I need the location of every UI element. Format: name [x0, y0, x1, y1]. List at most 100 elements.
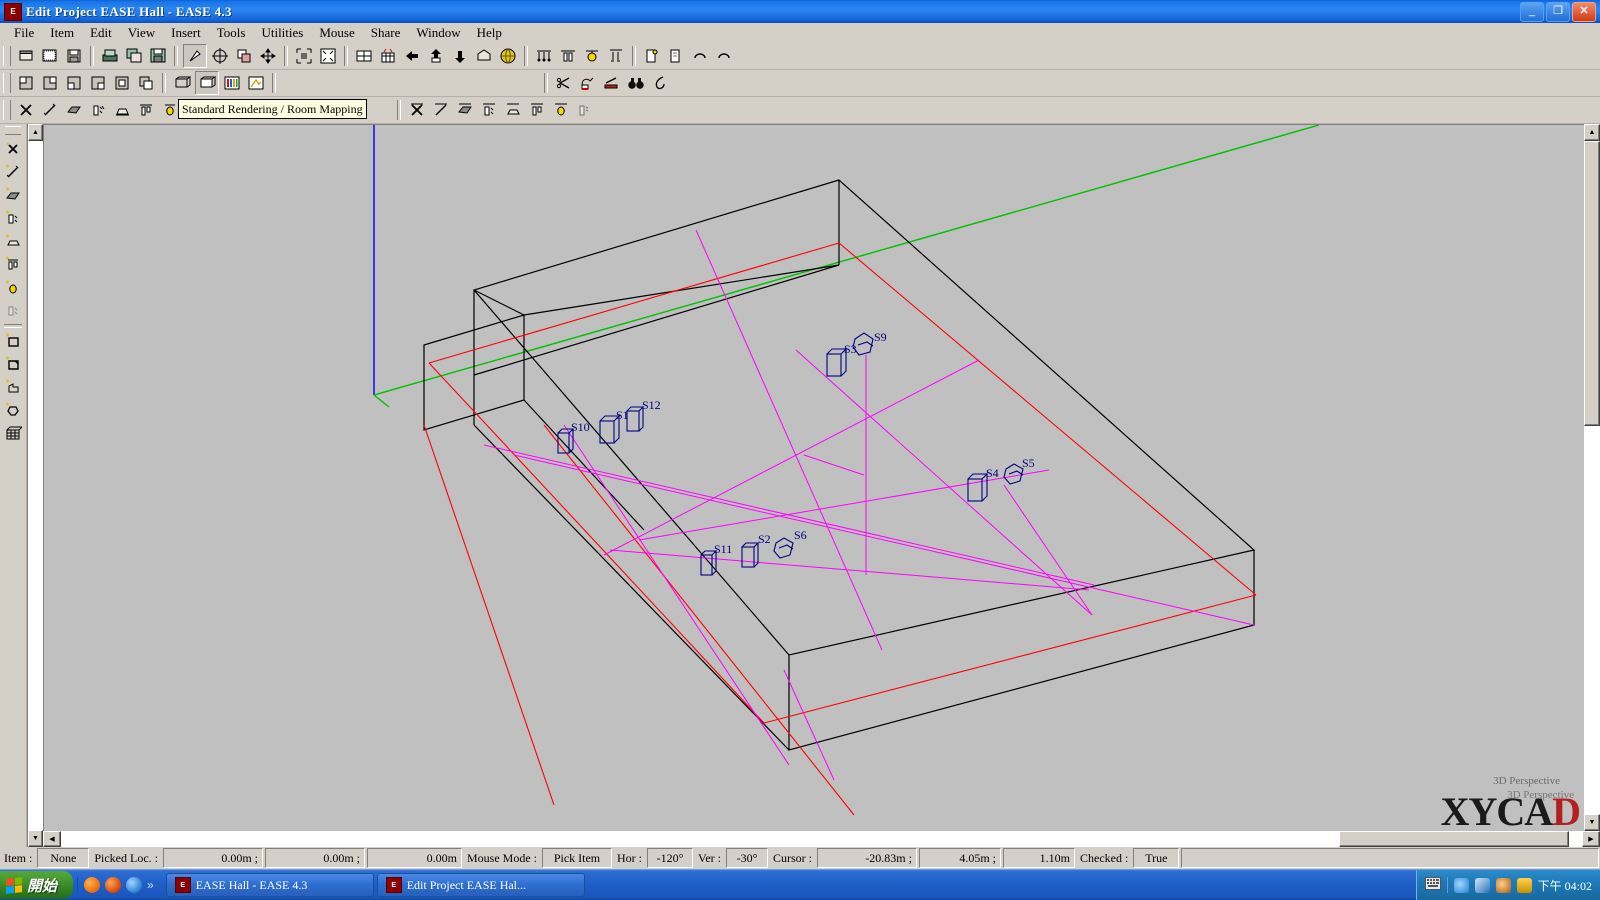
perspective-view-icon[interactable] — [195, 71, 219, 95]
media-player-icon[interactable] — [105, 877, 122, 893]
canvas-horizontal-scrollbar[interactable]: ◀ ▶ — [43, 831, 1600, 847]
menu-item-edit[interactable]: Edit — [82, 24, 120, 42]
move-object-icon[interactable] — [233, 45, 255, 67]
view-single-icon[interactable] — [111, 72, 133, 94]
redo-icon[interactable] — [713, 45, 735, 67]
audience-icon[interactable] — [111, 99, 133, 121]
view-bottom-right-icon[interactable] — [87, 72, 109, 94]
hscroll-track[interactable] — [61, 831, 1582, 847]
measure-icon[interactable] — [577, 72, 599, 94]
scroll-down-arrow-icon[interactable]: ▼ — [1584, 814, 1600, 831]
3d-viewport[interactable]: S1 S2 S3 S4 S5 S6 S9 S10 S11 S12 3D Pers… — [43, 124, 1584, 831]
firefox-icon[interactable] — [84, 877, 101, 893]
scroll-track[interactable] — [1584, 141, 1600, 814]
close-button[interactable]: ✕ — [1572, 1, 1596, 22]
keyboard-layout-icon[interactable] — [1424, 876, 1441, 894]
menu-item-help[interactable]: Help — [469, 24, 510, 42]
light-source-icon[interactable] — [581, 45, 603, 67]
ruler-icon[interactable] — [601, 72, 623, 94]
menu-item-insert[interactable]: Insert — [163, 24, 209, 42]
menu-item-window[interactable]: Window — [408, 24, 468, 42]
cut-icon[interactable] — [553, 72, 575, 94]
task-button[interactable]: E EASE Hall - EASE 4.3 — [165, 873, 374, 897]
antivirus-icon[interactable] — [1495, 877, 1511, 893]
print-preview-icon[interactable] — [99, 45, 121, 67]
draw-grid-tool[interactable] — [2, 422, 24, 444]
tray-clock[interactable]: 下午 04:02 — [1538, 877, 1592, 894]
arrow-down-icon[interactable] — [449, 45, 471, 67]
menu-item-item[interactable]: Item — [42, 24, 82, 42]
task-button[interactable]: E Edit Project EASE Hal... — [376, 873, 585, 897]
canvas-vertical-scrollbar[interactable]: ▲ ▼ — [1584, 124, 1600, 831]
audience-icon[interactable] — [502, 99, 524, 121]
palette-grip[interactable] — [5, 126, 21, 135]
volume-icon[interactable] — [1453, 877, 1469, 893]
undo-icon[interactable] — [689, 45, 711, 67]
view-cascade-icon[interactable] — [135, 72, 157, 94]
toolbar-grip[interactable] — [3, 46, 11, 66]
color-rendering-icon[interactable] — [221, 72, 243, 94]
menu-item-file[interactable]: File — [6, 24, 42, 42]
vertex-icon[interactable] — [39, 99, 61, 121]
page-copy-icon[interactable] — [665, 45, 687, 67]
save-project-icon[interactable] — [63, 45, 85, 67]
stand-icon[interactable] — [526, 99, 548, 121]
page-new-icon[interactable] — [641, 45, 663, 67]
arrow-left-icon[interactable] — [401, 45, 423, 67]
face-shape-icon[interactable] — [454, 99, 476, 121]
add-light-tool[interactable] — [2, 276, 24, 298]
hscroll-thumb[interactable] — [1338, 831, 1569, 847]
scroll-left-arrow-icon[interactable]: ◀ — [43, 831, 61, 847]
menu-item-view[interactable]: View — [120, 24, 163, 42]
face-shape-icon[interactable] — [63, 99, 85, 121]
loudspeaker-icon[interactable] — [87, 99, 109, 121]
mapping-view-icon[interactable] — [245, 72, 267, 94]
draw-square-tool[interactable] — [2, 353, 24, 375]
view-bottom-left-icon[interactable] — [63, 72, 85, 94]
view-top-left-icon[interactable] — [15, 72, 37, 94]
internet-explorer-icon[interactable] — [126, 877, 143, 893]
globe-icon[interactable] — [497, 45, 519, 67]
menu-item-share[interactable]: Share — [363, 24, 409, 42]
loudspeaker-array-icon[interactable] — [533, 45, 555, 67]
scroll-down-arrow-icon[interactable]: ▼ — [28, 830, 43, 847]
quick-launch-more-icon[interactable]: » — [147, 878, 154, 892]
draw-shape-tool[interactable] — [2, 399, 24, 421]
canvas-vertical-scrollbar-left[interactable]: ▲ ▼ — [27, 124, 43, 847]
lamp-icon[interactable] — [550, 99, 572, 121]
toolbar-grip[interactable] — [3, 100, 11, 120]
menu-item-mouse[interactable]: Mouse — [311, 24, 362, 42]
maximize-button[interactable]: ❐ — [1546, 1, 1570, 22]
scroll-thumb[interactable] — [1584, 141, 1600, 426]
delete-vertex-tool[interactable] — [2, 138, 24, 160]
add-audience-tool[interactable] — [2, 230, 24, 252]
audience-area-icon[interactable] — [605, 45, 627, 67]
menu-item-utilities[interactable]: Utilities — [253, 24, 311, 42]
view-top-right-icon[interactable] — [39, 72, 61, 94]
start-button[interactable]: 開始 — [0, 871, 74, 899]
zoom-window-icon[interactable] — [293, 45, 315, 67]
add-stand-tool[interactable] — [2, 253, 24, 275]
probe-icon[interactable] — [649, 72, 671, 94]
copy-view-icon[interactable] — [123, 45, 145, 67]
line-array-icon[interactable] — [557, 45, 579, 67]
rotate-view-icon[interactable] — [209, 45, 231, 67]
close-x-icon[interactable] — [406, 99, 428, 121]
zoom-fit-icon[interactable] — [317, 45, 339, 67]
add-vertex-tool[interactable] — [2, 161, 24, 183]
pan-view-icon[interactable] — [257, 45, 279, 67]
loudspeaker-icon[interactable] — [478, 99, 500, 121]
draw-rectangle-tool[interactable] — [2, 330, 24, 352]
minimize-button[interactable]: _ — [1520, 1, 1544, 22]
cluster-icon[interactable] — [574, 99, 596, 121]
open-project-icon[interactable] — [39, 45, 61, 67]
pick-tool-icon[interactable] — [183, 44, 207, 68]
scroll-up-arrow-icon[interactable]: ▲ — [1584, 124, 1600, 141]
new-project-icon[interactable] — [15, 45, 37, 67]
grid-toggle-icon[interactable] — [353, 45, 375, 67]
draw-polygon-tool[interactable] — [2, 376, 24, 398]
toolbar-grip[interactable] — [3, 73, 11, 93]
menu-item-tools[interactable]: Tools — [209, 24, 254, 42]
scroll-track[interactable] — [28, 141, 43, 830]
shield-icon[interactable] — [1516, 877, 1532, 893]
